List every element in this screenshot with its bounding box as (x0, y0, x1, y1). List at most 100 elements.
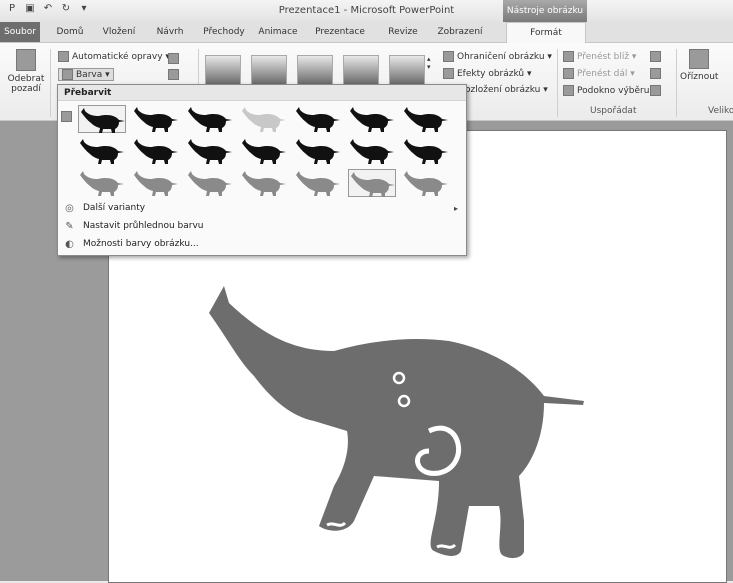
align-button[interactable] (650, 51, 661, 62)
tab-view[interactable]: Zobrazení (430, 22, 490, 42)
picture-color-options-item[interactable]: ◐ Možnosti barvy obrázku... (58, 236, 466, 253)
picture-effects-label: Efekty obrázků ▾ (457, 68, 532, 79)
tab-format[interactable]: Formát (506, 22, 586, 43)
recolor-swatch[interactable] (402, 105, 450, 133)
separator (676, 49, 677, 117)
recolor-swatch[interactable] (402, 169, 450, 197)
recolor-swatch[interactable] (132, 137, 180, 165)
set-transparent-color-item[interactable]: ✎ Nastavit průhlednou barvu (58, 218, 466, 235)
elephant-thumbnail-icon (188, 139, 232, 164)
picture-style-5[interactable] (389, 55, 425, 85)
change-picture-button[interactable] (168, 69, 179, 80)
recolor-side-icon (61, 111, 75, 122)
sun-icon (58, 51, 69, 62)
tab-review[interactable]: Revize (383, 22, 423, 42)
tab-animations[interactable]: Animace (255, 22, 301, 42)
recolor-swatch[interactable] (294, 105, 342, 133)
elephant-thumbnail-icon (242, 171, 286, 196)
color-button[interactable]: Barva ▾ (58, 68, 114, 81)
recolor-header: Přebarvit (58, 85, 466, 101)
picture-tools-header: Nástroje obrázku (503, 0, 587, 22)
recolor-swatch[interactable] (348, 137, 396, 165)
crop-label: Oříznout (680, 72, 719, 82)
recolor-swatch[interactable] (240, 169, 288, 197)
recolor-swatch[interactable] (78, 137, 126, 165)
picture-style-2[interactable] (251, 55, 287, 85)
elephant-thumbnail-icon (134, 107, 178, 132)
rotate-icon (650, 85, 661, 96)
remove-background-button[interactable]: Odebrat pozadí (6, 49, 46, 94)
recolor-swatch[interactable] (132, 105, 180, 133)
rotate-button[interactable] (650, 85, 661, 96)
window-title: Prezentace1 - Microsoft PowerPoint (278, 5, 455, 16)
group-button[interactable] (650, 68, 661, 79)
recolor-swatch[interactable] (294, 169, 342, 197)
styles-scroll[interactable]: ▴ ▾ (427, 55, 431, 71)
recolor-swatch[interactable] (348, 105, 396, 133)
title-bar: P ▣ ↶ ↻ ▾ Prezentace1 - Microsoft PowerP… (0, 0, 733, 23)
tab-home[interactable]: Domů (50, 22, 90, 42)
color-options-icon: ◐ (65, 239, 74, 250)
eyedropper-icon: ✎ (65, 221, 74, 232)
separator (50, 49, 51, 117)
align-icon (650, 51, 661, 62)
recolor-swatch[interactable] (240, 137, 288, 165)
tab-file[interactable]: Soubor (0, 22, 40, 42)
crop-button[interactable]: Oříznout (680, 49, 718, 82)
picture-style-1[interactable] (205, 55, 241, 85)
picture-border-button[interactable]: Ohraničení obrázku ▾ (443, 51, 552, 62)
selection-pane-button[interactable]: Podokno výběru (563, 85, 649, 96)
elephant-thumbnail-icon (80, 171, 124, 196)
elephant-picture[interactable] (199, 281, 709, 581)
variants-icon: ◎ (65, 203, 74, 214)
more-variants-label: Další varianty (83, 203, 146, 213)
tab-insert[interactable]: Vložení (96, 22, 142, 42)
remove-background-icon (16, 49, 36, 71)
compress-pictures-button[interactable] (168, 53, 179, 64)
separator (557, 49, 558, 117)
elephant-thumbnail-icon (134, 171, 178, 196)
recolor-swatch[interactable] (402, 137, 450, 165)
crop-icon (689, 49, 710, 69)
recolor-swatch[interactable] (132, 169, 180, 197)
tab-design[interactable]: Návrh (150, 22, 190, 42)
selection-pane-icon (563, 85, 574, 96)
bring-forward-label: Přenést blíž ▾ (577, 51, 637, 62)
elephant-thumbnail-icon (351, 172, 395, 197)
recolor-swatch[interactable] (78, 169, 126, 197)
picture-border-label: Ohraničení obrázku ▾ (457, 51, 552, 62)
picture-style-4[interactable] (343, 55, 379, 85)
recolor-swatch[interactable] (78, 105, 126, 133)
elephant-thumbnail-icon (404, 171, 448, 196)
recolor-swatch[interactable] (186, 137, 234, 165)
ribbon-tabs: Soubor Domů Vložení Návrh Přechody Anima… (0, 22, 733, 43)
recolor-swatch[interactable] (240, 105, 288, 133)
recolor-swatch[interactable] (294, 137, 342, 165)
elephant-thumbnail-icon (242, 139, 286, 164)
elephant-thumbnail-icon (188, 171, 232, 196)
recolor-swatch[interactable] (186, 169, 234, 197)
send-backward-button[interactable]: Přenést dál ▾ (563, 68, 635, 79)
arrange-group-label: Uspořádat (590, 106, 637, 116)
elephant-thumbnail-icon (242, 107, 286, 132)
effects-icon (443, 68, 454, 79)
picture-style-3[interactable] (297, 55, 333, 85)
change-picture-icon (168, 69, 179, 80)
bring-forward-button[interactable]: Přenést blíž ▾ (563, 51, 636, 62)
auto-corrections-button[interactable]: Automatické opravy ▾ (58, 51, 170, 62)
elephant-thumbnail-icon (296, 171, 340, 196)
more-variants-item[interactable]: ◎ Další varianty ▸ (58, 200, 466, 217)
picture-layout-button[interactable]: ozložení obrázku ▾ (465, 85, 548, 95)
elephant-thumbnail-icon (296, 107, 340, 132)
border-icon (443, 51, 454, 62)
recolor-swatch[interactable] (348, 169, 396, 197)
elephant-thumbnail-icon (404, 107, 448, 132)
set-transparent-color-label: Nastavit průhlednou barvu (83, 221, 204, 231)
tab-slideshow[interactable]: Prezentace (310, 22, 370, 42)
picture-effects-button[interactable]: Efekty obrázků ▾ (443, 68, 532, 79)
recolor-swatch[interactable] (186, 105, 234, 133)
tab-transitions[interactable]: Přechody (198, 22, 250, 42)
elephant-thumbnail-icon (350, 139, 394, 164)
send-backward-label: Přenést dál ▾ (577, 68, 635, 79)
elephant-thumbnail-icon (134, 139, 178, 164)
